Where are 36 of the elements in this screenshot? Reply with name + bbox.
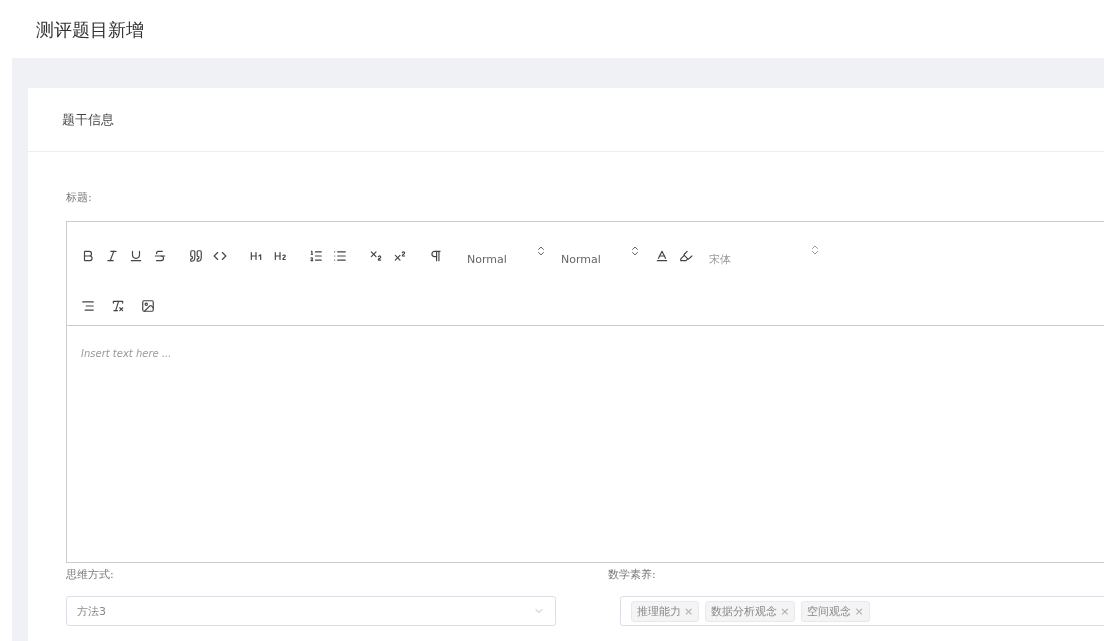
subscript-button[interactable] (369, 248, 383, 263)
bold-button[interactable] (81, 248, 95, 263)
ordered-list-button[interactable] (309, 248, 323, 263)
editor-placeholder: Insert text here ... (81, 348, 172, 359)
align-button[interactable] (81, 299, 95, 313)
background-color-button[interactable] (679, 248, 693, 263)
underline-button[interactable] (129, 248, 143, 263)
card-title: 题干信息 (62, 110, 114, 129)
image-button[interactable] (141, 299, 155, 313)
size-select[interactable]: Normal (561, 245, 641, 266)
clear-format-button[interactable] (111, 299, 125, 313)
superscript-button[interactable] (393, 248, 407, 263)
select-field[interactable]: 方法3 (66, 596, 556, 626)
bullet-list-button[interactable] (333, 248, 347, 263)
tag-label: 推理能力 (637, 603, 681, 619)
paragraph-direction-button[interactable] (429, 248, 443, 263)
strikethrough-button[interactable] (153, 248, 167, 263)
tag-label: 空间观念 (807, 603, 852, 619)
tag-remove[interactable]: × (854, 604, 864, 618)
font-color-button[interactable] (655, 248, 669, 263)
field-label: 标题: (66, 190, 93, 205)
field-label: 数学素养: (608, 567, 657, 582)
editor-text-area[interactable]: Insert text here ... (67, 326, 1104, 562)
multi-select-field[interactable]: 推理能力 × 数据分析观念 × 空间观念 × (620, 596, 1104, 626)
tag-remove[interactable]: × (780, 604, 790, 618)
sort-icon (629, 245, 641, 257)
sort-icon (809, 244, 821, 256)
tag-remove[interactable]: × (684, 604, 694, 618)
tag-label: 数据分析观念 (711, 603, 778, 619)
font-select[interactable]: 宋体 (709, 244, 821, 267)
quote-button[interactable] (189, 248, 203, 263)
italic-button[interactable] (105, 248, 119, 263)
field-label: 思维方式: (66, 567, 115, 582)
page-title: 测评题目新增 (36, 18, 145, 42)
sort-icon (535, 245, 547, 257)
header-select[interactable]: Normal (467, 245, 547, 266)
